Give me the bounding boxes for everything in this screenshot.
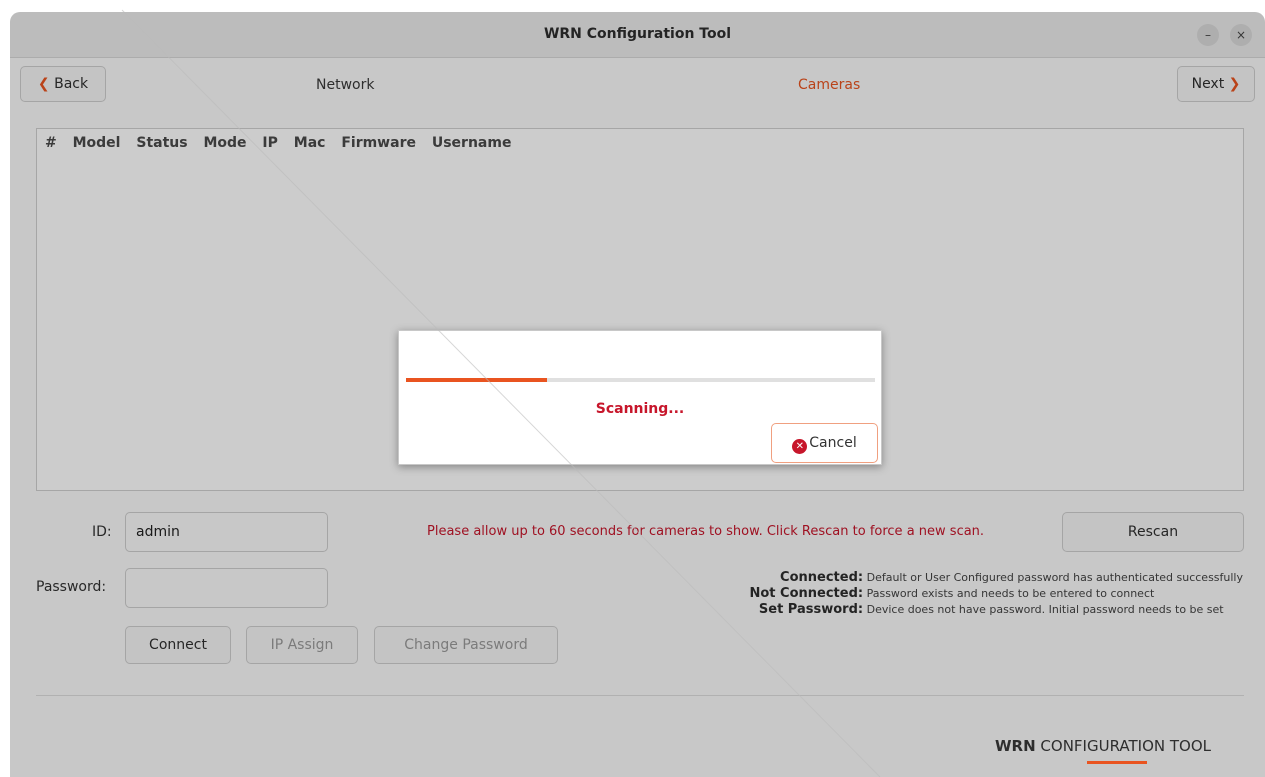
scanning-status: Scanning...: [595, 401, 685, 417]
scanning-dialog: Scanning... ✕ Cancel: [398, 330, 882, 465]
brand-underline: [1087, 761, 1147, 764]
brand-rest: CONFIGURATION TOOL: [1035, 737, 1212, 755]
cancel-icon: ✕: [792, 439, 808, 454]
scan-progress-bar: [406, 378, 875, 382]
cancel-label: Cancel: [809, 435, 857, 451]
scan-progress-fill: [406, 378, 547, 382]
brand-strong: WRN: [995, 737, 1036, 755]
cancel-button[interactable]: ✕ Cancel: [771, 423, 878, 463]
brand-logo: WRN CONFIGURATION TOOL: [995, 737, 1211, 755]
